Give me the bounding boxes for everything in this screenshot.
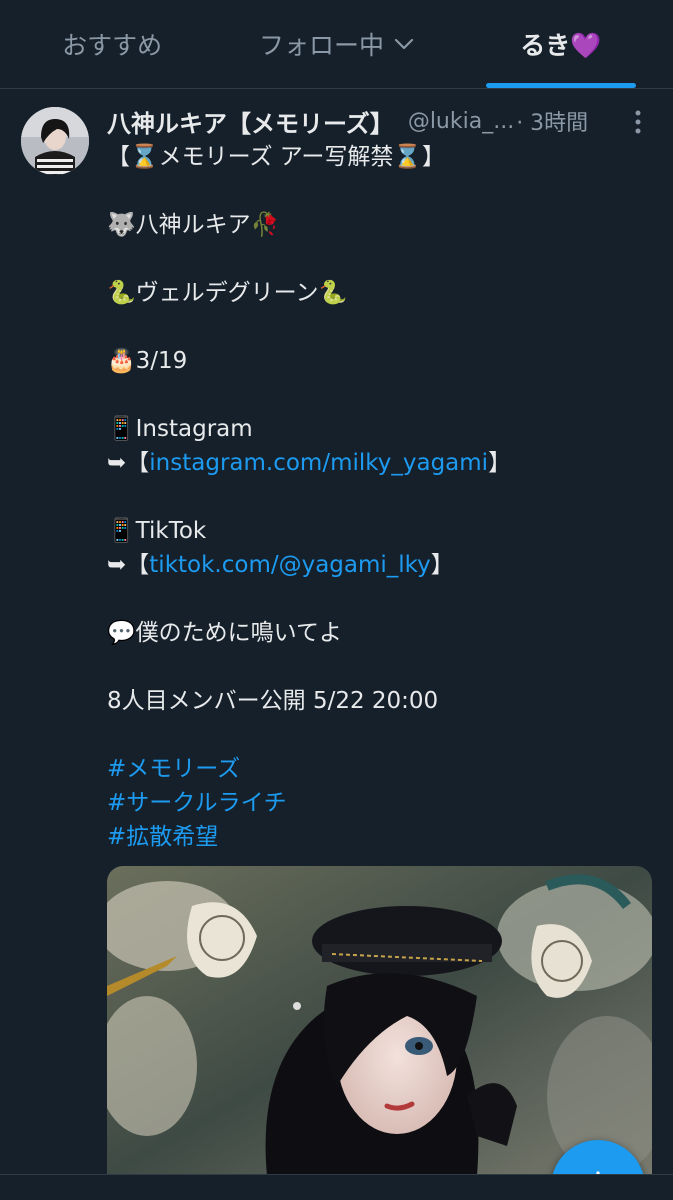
hashtag-kakusan-kibou[interactable]: #拡散希望 <box>107 820 652 854</box>
tab-list-ruki[interactable]: るき💜 <box>449 0 673 88</box>
tab-following-label: フォロー中 <box>258 31 384 60</box>
tweet-line-color: 🐍ヴェルデグリーン🐍 <box>107 280 348 306</box>
timeline-tabs: おすすめ フォロー中 るき💜 <box>0 0 673 89</box>
tweet-timestamp[interactable]: · 3時間 <box>516 105 588 137</box>
tab-following[interactable]: フォロー中 <box>224 0 448 88</box>
arrow-prefix: ➥【 <box>107 552 150 578</box>
tweet-line-quote: 💬僕のために鳴いてよ <box>107 620 342 646</box>
tweet-line-instagram: 📱Instagram <box>107 416 253 442</box>
tweet[interactable]: 八神ルキア【メモリーズ】 @lukia_... · 3時間 【⌛メモリーズ アー… <box>0 89 673 1200</box>
tweet-line-name: 🐺八神ルキア🥀 <box>107 212 280 238</box>
tweet-line-birthday: 🎂3/19 <box>107 348 188 374</box>
bracket-suffix: 】 <box>430 552 454 578</box>
author-handle[interactable]: @lukia_... <box>408 109 514 134</box>
bracket-suffix: 】 <box>488 450 512 476</box>
tweet-line-announcement: 8人目メンバー公開 5/22 20:00 <box>107 688 439 714</box>
tab-recommended[interactable]: おすすめ <box>0 0 224 88</box>
more-options-icon[interactable] <box>629 109 647 135</box>
active-tab-indicator <box>485 83 636 88</box>
timeline-screen: おすすめ フォロー中 るき💜 八神ルキア【メモリーズ】 @lukia_... ·… <box>0 0 673 1200</box>
tweet-line-tiktok: 📱TikTok <box>107 518 207 544</box>
instagram-link[interactable]: instagram.com/milky_yagami <box>149 450 488 476</box>
author-display-name[interactable]: 八神ルキア【メモリーズ】 <box>107 104 394 139</box>
chevron-down-icon[interactable] <box>394 37 414 51</box>
tiktok-link[interactable]: tiktok.com/@yagami_lky <box>149 552 431 578</box>
avatar[interactable] <box>21 107 89 175</box>
tweet-line-instagram-url: ➥【instagram.com/milky_yagami】 <box>107 446 652 480</box>
tweet-image[interactable] <box>107 866 652 1176</box>
tweet-header: 八神ルキア【メモリーズ】 @lukia_... · 3時間 <box>107 103 652 139</box>
hashtag-circle-lychee[interactable]: #サークルライチ <box>107 786 652 820</box>
arrow-prefix: ➥【 <box>107 450 150 476</box>
tweet-line-title: 【⌛メモリーズ アー写解禁⌛】 <box>107 144 446 170</box>
bottom-bar-edge <box>0 1174 673 1200</box>
tweet-text: 【⌛メモリーズ アー写解禁⌛】 🐺八神ルキア🥀 🐍ヴェルデグリーン🐍 🎂3/19… <box>107 140 652 854</box>
hashtag-memories[interactable]: #メモリーズ <box>107 752 652 786</box>
tab-recommended-label: おすすめ <box>62 31 163 60</box>
tab-list-label: るき💜 <box>520 31 602 60</box>
tweet-line-tiktok-url: ➥【tiktok.com/@yagami_lky】 <box>107 548 652 582</box>
